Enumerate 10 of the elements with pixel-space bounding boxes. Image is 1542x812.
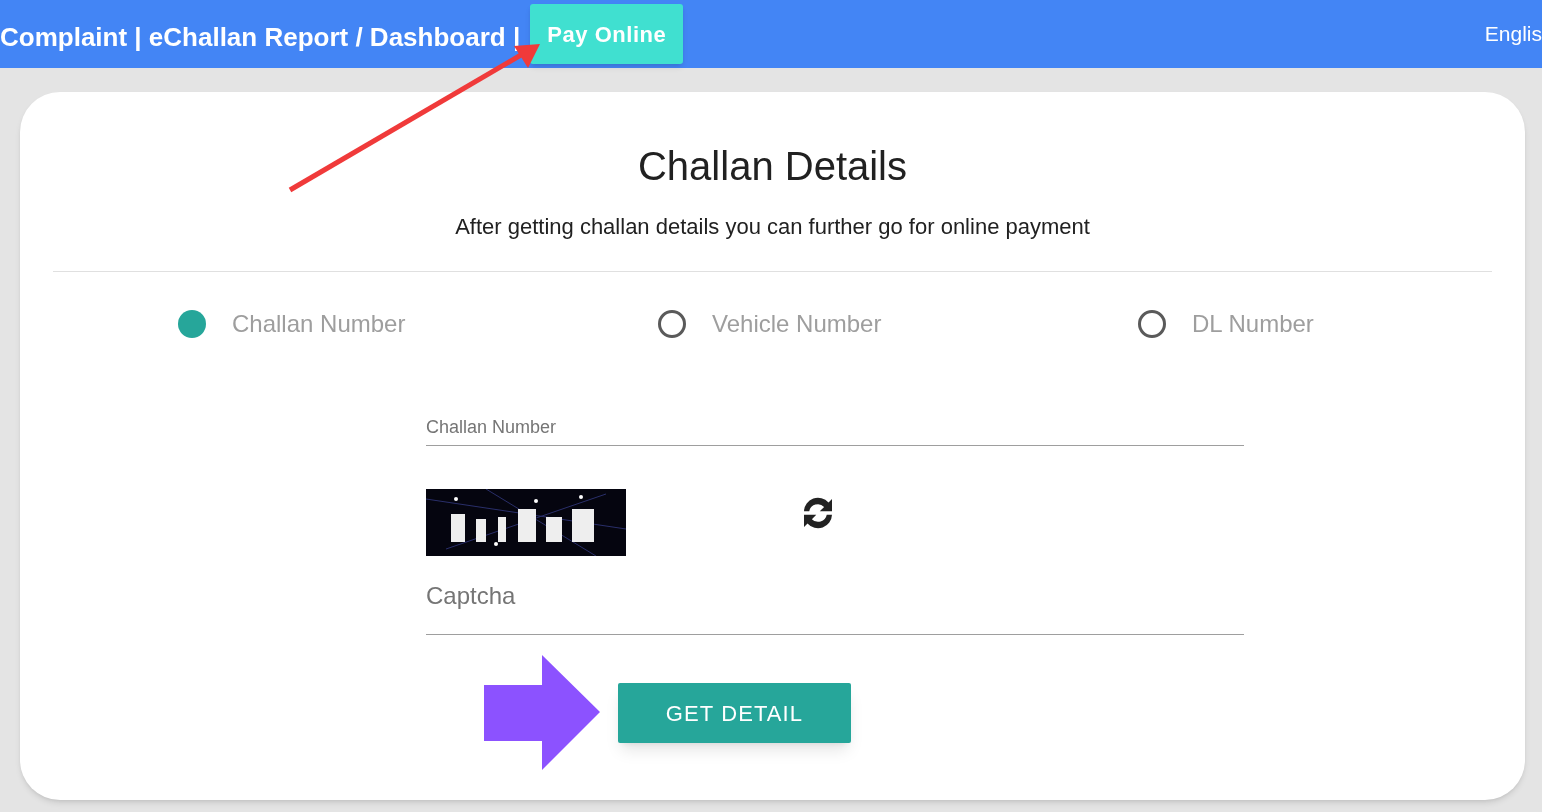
search-type-radio[interactable]: Challan Number	[178, 306, 658, 342]
get-detail-button[interactable]: GET DETAIL	[618, 683, 851, 743]
pay-online-button[interactable]: Pay Online	[530, 4, 684, 64]
card-title: Challan Details	[638, 143, 907, 190]
language-selector[interactable]: Englis	[1484, 18, 1542, 50]
search-type-radio[interactable]: DL Number	[1138, 306, 1542, 342]
challan-number-field[interactable]: Challan Number	[426, 414, 1244, 446]
captcha-field[interactable]: Captcha	[426, 578, 1244, 635]
search-type-radio[interactable]: Vehicle Number	[658, 306, 1138, 342]
card-subtitle: After getting challan details you can further go for online payment	[455, 213, 1090, 241]
